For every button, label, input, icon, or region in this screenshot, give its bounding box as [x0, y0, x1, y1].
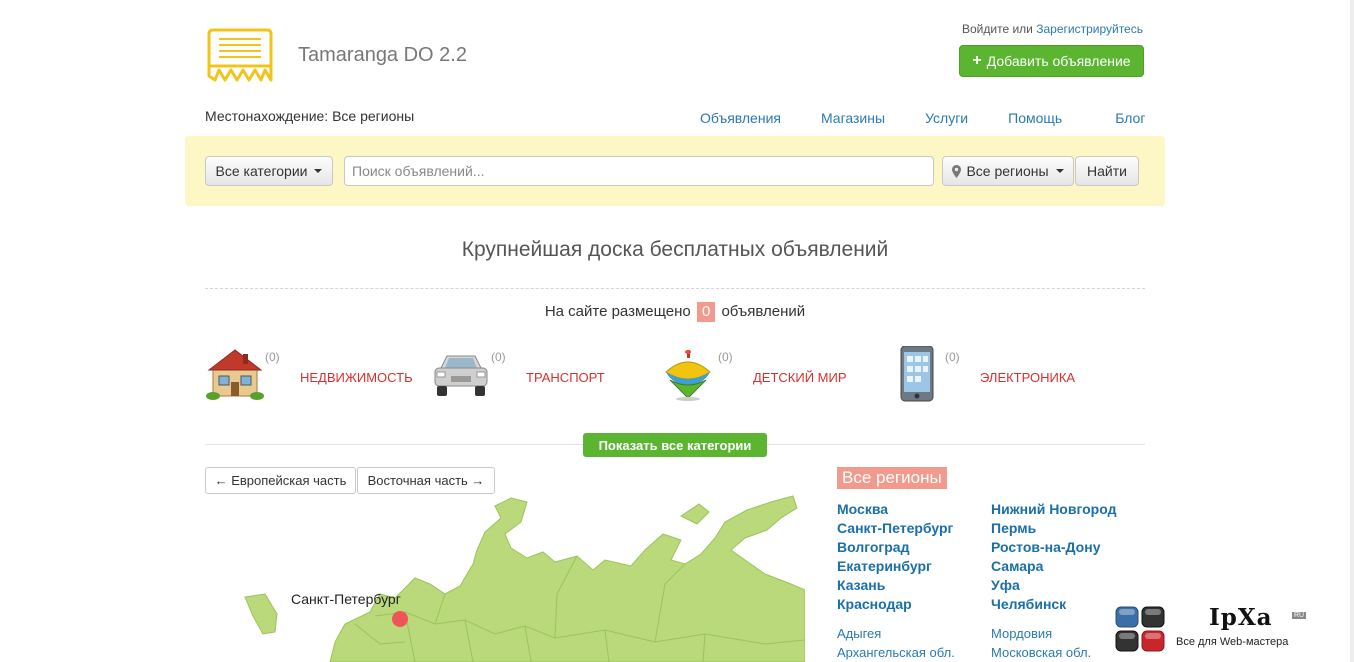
category-count: (0): [718, 350, 733, 364]
counter-suffix: объявлений: [721, 303, 806, 320]
nav-ads[interactable]: Объявления: [700, 110, 781, 126]
map-european-part-button[interactable]: ← Европейская часть: [205, 467, 356, 494]
regions-title: Все регионы: [837, 467, 947, 489]
nav-blog[interactable]: Блог: [1115, 110, 1145, 126]
house-icon: [206, 349, 264, 400]
region-link[interactable]: Санкт-Петербург: [837, 519, 953, 538]
main-regions-col1: Москва Санкт-Петербург Волгоград Екатери…: [837, 500, 953, 614]
main-nav: Объявления Магазины Услуги Помощь Блог: [700, 110, 1145, 126]
other-regions-col2: Мордовия Московская обл.: [991, 624, 1091, 662]
category-count: (0): [945, 350, 960, 364]
map-mainland[interactable]: [329, 495, 805, 662]
caret-down-icon: [1055, 169, 1064, 173]
watermark-brand: IpXa: [1209, 604, 1273, 631]
region-link[interactable]: Адыгея: [837, 624, 955, 643]
category-label[interactable]: ЭЛЕКТРОНИКА: [980, 368, 1080, 388]
nav-shops[interactable]: Магазины: [821, 110, 885, 126]
region-link[interactable]: Уфа: [991, 576, 1116, 595]
auth-links: Войдите или Зарегистрируйтесь: [962, 22, 1143, 36]
region-link[interactable]: Казань: [837, 576, 953, 595]
plus-icon: +: [972, 52, 982, 69]
map-island[interactable]: [680, 503, 710, 525]
nav-services[interactable]: Услуги: [925, 110, 968, 126]
register-link[interactable]: Зарегистрируйтесь: [1036, 22, 1143, 36]
region-link[interactable]: Екатеринбург: [837, 557, 953, 576]
auth-or-text: или: [1012, 22, 1033, 36]
category-realty[interactable]: (0) НЕДВИЖИМОСТЬ: [205, 346, 415, 406]
map-eastern-part-button[interactable]: Восточная часть →: [357, 467, 495, 494]
category-electronics[interactable]: (0) ЭЛЕКТРОНИКА: [885, 346, 1095, 406]
category-dropdown[interactable]: Все категории: [205, 156, 333, 186]
region-link[interactable]: Челябинск: [991, 595, 1116, 614]
search-bar: Все категории Все регионы Найти: [185, 136, 1165, 206]
category-label[interactable]: НЕДВИЖИМОСТЬ: [300, 368, 413, 388]
region-link[interactable]: Волгоград: [837, 538, 953, 557]
region-link[interactable]: Архангельская обл.: [837, 643, 955, 662]
region-link[interactable]: Московская обл.: [991, 643, 1091, 662]
search-button[interactable]: Найти: [1075, 156, 1139, 186]
region-dropdown[interactable]: Все регионы: [942, 156, 1074, 186]
region-dropdown-label: Все регионы: [966, 163, 1049, 179]
category-label[interactable]: ДЕТСКИЙ МИР: [753, 368, 853, 388]
map-city-label: Санкт-Петербург: [291, 591, 401, 607]
phone-icon: [900, 346, 934, 402]
main-regions-col2: Нижний Новгород Пермь Ростов-на-Дону Сам…: [991, 500, 1116, 614]
spinning-top-icon: [665, 350, 711, 401]
site-name[interactable]: Tamaranga DO 2.2: [298, 44, 467, 67]
search-input[interactable]: [344, 156, 934, 186]
counter-badge: 0: [696, 302, 716, 322]
region-link[interactable]: Ростов-на-Дону: [991, 538, 1116, 557]
nav-help[interactable]: Помощь: [1008, 110, 1062, 126]
regions-map[interactable]: [205, 494, 805, 662]
login-link[interactable]: Войдите: [962, 22, 1009, 36]
other-regions-col1: Адыгея Архангельская обл.: [837, 624, 955, 662]
car-icon: [434, 355, 488, 396]
listing-counter: На сайте размещено 0 объявлений: [0, 302, 1350, 322]
counter-prefix: На сайте размещено: [544, 303, 691, 320]
watermark-tag: RU: [1292, 612, 1307, 619]
location-text: Местонахождение: Все регионы: [205, 108, 415, 124]
city-marker[interactable]: [392, 611, 408, 627]
category-count: (0): [491, 350, 506, 364]
watermark-subtitle: Все для Web-мастера: [1176, 636, 1289, 648]
region-link[interactable]: Мордовия: [991, 624, 1091, 643]
site-logo[interactable]: [205, 26, 275, 84]
add-listing-button[interactable]: + Добавить объявление: [959, 45, 1144, 77]
category-label[interactable]: ТРАНСПОРТ: [526, 368, 626, 388]
region-link[interactable]: Пермь: [991, 519, 1116, 538]
region-link[interactable]: Самара: [991, 557, 1116, 576]
category-transport[interactable]: (0) ТРАНСПОРТ: [431, 346, 641, 406]
map-pin-icon: [952, 164, 962, 178]
region-link[interactable]: Нижний Новгород: [991, 500, 1116, 519]
caret-down-icon: [314, 169, 323, 173]
map-island[interactable]: [244, 593, 278, 635]
category-count: (0): [265, 350, 280, 364]
region-link[interactable]: Краснодар: [837, 595, 953, 614]
page-headline: Крупнейшая доска бесплатных объявлений: [461, 238, 889, 261]
scrollbar[interactable]: [1350, 0, 1354, 662]
category-kids[interactable]: (0) ДЕТСКИЙ МИР: [658, 346, 868, 406]
add-listing-label: Добавить объявление: [986, 53, 1131, 69]
divider: [205, 288, 1145, 289]
region-link[interactable]: Москва: [837, 500, 953, 519]
category-dropdown-label: Все категории: [215, 163, 308, 179]
show-all-categories-button[interactable]: Показать все категории: [583, 433, 767, 457]
